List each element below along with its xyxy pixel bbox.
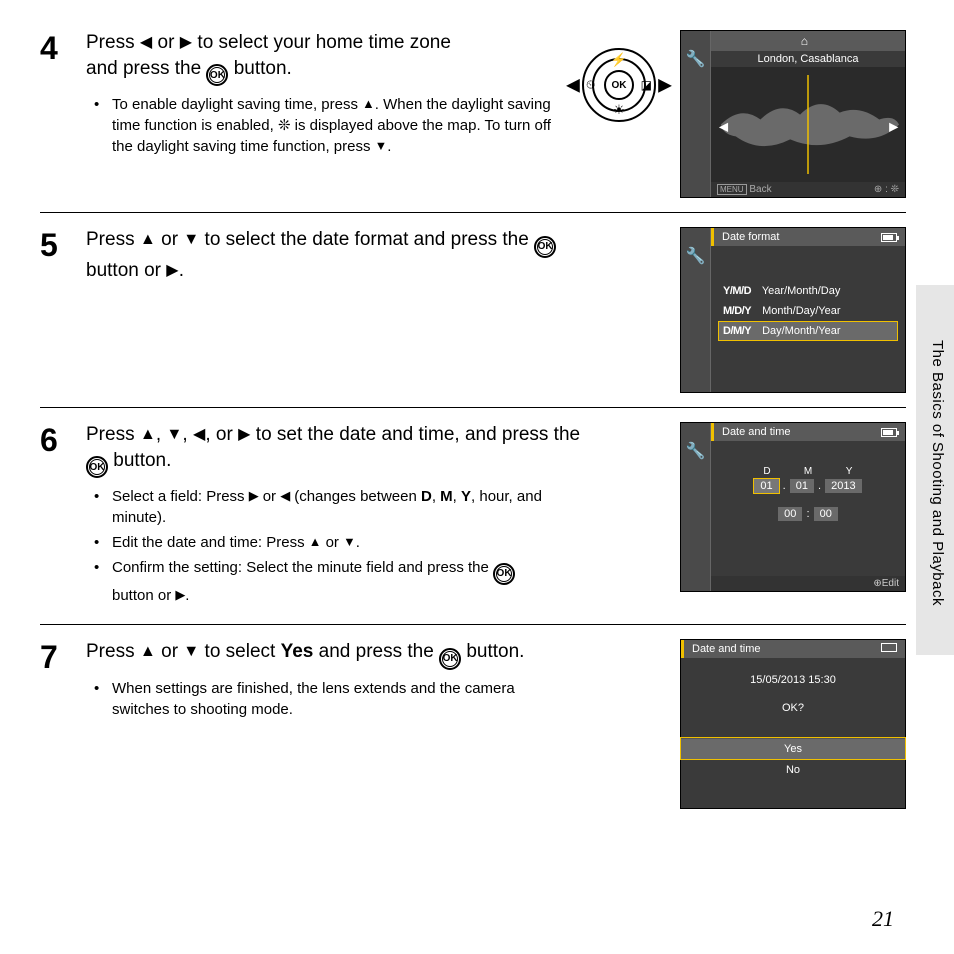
down-icon: ▼ bbox=[183, 641, 199, 663]
up-icon: ▲ bbox=[362, 95, 375, 113]
choice-no[interactable]: No bbox=[681, 759, 905, 780]
exposure-icon: ☀ bbox=[613, 102, 625, 118]
down-icon: ▼ bbox=[375, 137, 388, 155]
step-6-bullet-1: Select a field: Press ▶ or ◀ (changes be… bbox=[100, 486, 560, 528]
field-hour[interactable]: 00 bbox=[778, 507, 802, 521]
up-icon: ▲ bbox=[140, 424, 156, 446]
label-y: Y bbox=[830, 466, 868, 477]
wrench-icon: 🔧 bbox=[686, 441, 706, 461]
step-4-bullet: To enable daylight saving time, press ▲.… bbox=[100, 94, 558, 157]
down-icon: ▼ bbox=[166, 424, 182, 446]
step-4: 4 Press ◀ or ▶ to select your home time … bbox=[40, 30, 906, 213]
right-icon: ▶ bbox=[180, 32, 192, 54]
back-label: MENU Back bbox=[717, 184, 772, 195]
field-month[interactable]: 01 bbox=[790, 479, 814, 493]
left-icon: ◀ bbox=[140, 32, 152, 54]
step-6-headline: Press ▲, ▼, ◀, or ▶ to set the date and … bbox=[86, 422, 586, 478]
right-icon: ▶ bbox=[249, 487, 259, 505]
up-icon: ▲ bbox=[140, 229, 156, 251]
label-d: D bbox=[748, 466, 786, 477]
battery-icon bbox=[881, 233, 897, 242]
ok-icon: OK bbox=[439, 648, 461, 670]
battery-icon bbox=[881, 428, 897, 437]
date-time-screen: 🔧 Date and time D M Y 01 . 01 . 2013 00 … bbox=[680, 422, 906, 592]
step-6-bullet-3: Confirm the setting: Select the minute f… bbox=[100, 557, 560, 606]
screen-title: Date format bbox=[722, 231, 779, 243]
label-m: M bbox=[789, 466, 827, 477]
up-icon: ▲ bbox=[309, 533, 322, 551]
edit-label: ⊕Edit bbox=[873, 578, 899, 589]
wrench-icon: 🔧 bbox=[686, 49, 706, 69]
confirm-prompt: OK? bbox=[689, 702, 897, 714]
wrench-icon: 🔧 bbox=[686, 246, 706, 266]
left-icon: ◀ bbox=[280, 487, 290, 505]
map-svg: ◀ ▶ bbox=[711, 67, 905, 182]
down-icon: ▼ bbox=[183, 229, 199, 251]
svg-text:▶: ▶ bbox=[889, 119, 899, 133]
date-format-screen: 🔧 Date format Y/M/D Year/Month/Day M/D/Y… bbox=[680, 227, 906, 393]
section-label: The Basics of Shooting and Playback bbox=[929, 340, 946, 606]
footer-right: ⊕ : ❊ bbox=[874, 184, 899, 195]
step-7-bullet: When settings are finished, the lens ext… bbox=[100, 678, 560, 720]
step-6-bullet-2: Edit the date and time: Press ▲ or ▼. bbox=[100, 532, 560, 553]
step-number: 7 bbox=[40, 639, 86, 809]
left-icon: ◀ bbox=[193, 424, 205, 446]
up-icon: ▲ bbox=[140, 641, 156, 663]
timer-icon: ⏲ bbox=[586, 78, 595, 93]
page-number: 21 bbox=[872, 906, 894, 932]
confirm-datetime: 15/05/2013 15:30 bbox=[689, 674, 897, 686]
step-7: 7 Press ▲ or ▼ to select Yes and press t… bbox=[40, 639, 906, 823]
format-option-mdy[interactable]: M/D/Y Month/Day/Year bbox=[719, 302, 897, 320]
ok-icon: OK bbox=[206, 64, 228, 86]
choice-yes[interactable]: Yes bbox=[681, 738, 905, 759]
comp-icon: ◪ bbox=[641, 78, 652, 92]
ok-icon: OK bbox=[493, 563, 515, 585]
field-minute[interactable]: 00 bbox=[814, 507, 838, 521]
timezone-title: London, Casablanca bbox=[711, 51, 905, 67]
confirm-screen: Date and time 15/05/2013 15:30 OK? Yes N… bbox=[680, 639, 906, 809]
ok-center: OK bbox=[604, 70, 634, 100]
step-6: 6 Press ▲, ▼, ◀, or ▶ to set the date an… bbox=[40, 422, 906, 625]
field-day[interactable]: 01 bbox=[754, 479, 778, 493]
battery-icon bbox=[881, 643, 897, 652]
home-icon: ⌂ bbox=[801, 34, 808, 48]
right-arrow-icon: ▶ bbox=[658, 75, 672, 96]
step-number: 5 bbox=[40, 227, 86, 393]
right-icon: ▶ bbox=[238, 424, 250, 446]
multi-selector-diagram: OK ⚡ ☀ ⏲ ◪ ◀ ▶ bbox=[568, 34, 670, 136]
down-icon: ▼ bbox=[343, 533, 356, 551]
step-5-headline: Press ▲ or ▼ to select the date format a… bbox=[86, 227, 586, 283]
format-option-ymd[interactable]: Y/M/D Year/Month/Day bbox=[719, 282, 897, 300]
step-5: 5 Press ▲ or ▼ to select the date format… bbox=[40, 227, 906, 408]
timezone-screen: 🔧 ⌂ London, Casablanca ◀ ▶ MENU Ba bbox=[680, 30, 906, 198]
format-option-dmy[interactable]: D/M/Y Day/Month/Year bbox=[719, 322, 897, 340]
world-map: ◀ ▶ bbox=[711, 67, 905, 182]
right-icon: ▶ bbox=[175, 586, 185, 604]
screen-title: Date and time bbox=[722, 426, 790, 438]
svg-text:◀: ◀ bbox=[719, 119, 729, 133]
step-number: 6 bbox=[40, 422, 86, 610]
field-year[interactable]: 2013 bbox=[825, 479, 861, 493]
flash-icon: ⚡ bbox=[611, 52, 627, 68]
step-4-headline: Press ◀ or ▶ to select your home time zo… bbox=[86, 30, 466, 86]
ok-icon: OK bbox=[86, 456, 108, 478]
step-number: 4 bbox=[40, 30, 86, 198]
screen-title: Date and time bbox=[692, 643, 760, 655]
left-arrow-icon: ◀ bbox=[566, 75, 580, 96]
dst-icon: ❊ bbox=[278, 117, 291, 134]
ok-icon: OK bbox=[534, 236, 556, 258]
right-icon: ▶ bbox=[166, 260, 178, 282]
step-7-headline: Press ▲ or ▼ to select Yes and press the… bbox=[86, 639, 586, 670]
